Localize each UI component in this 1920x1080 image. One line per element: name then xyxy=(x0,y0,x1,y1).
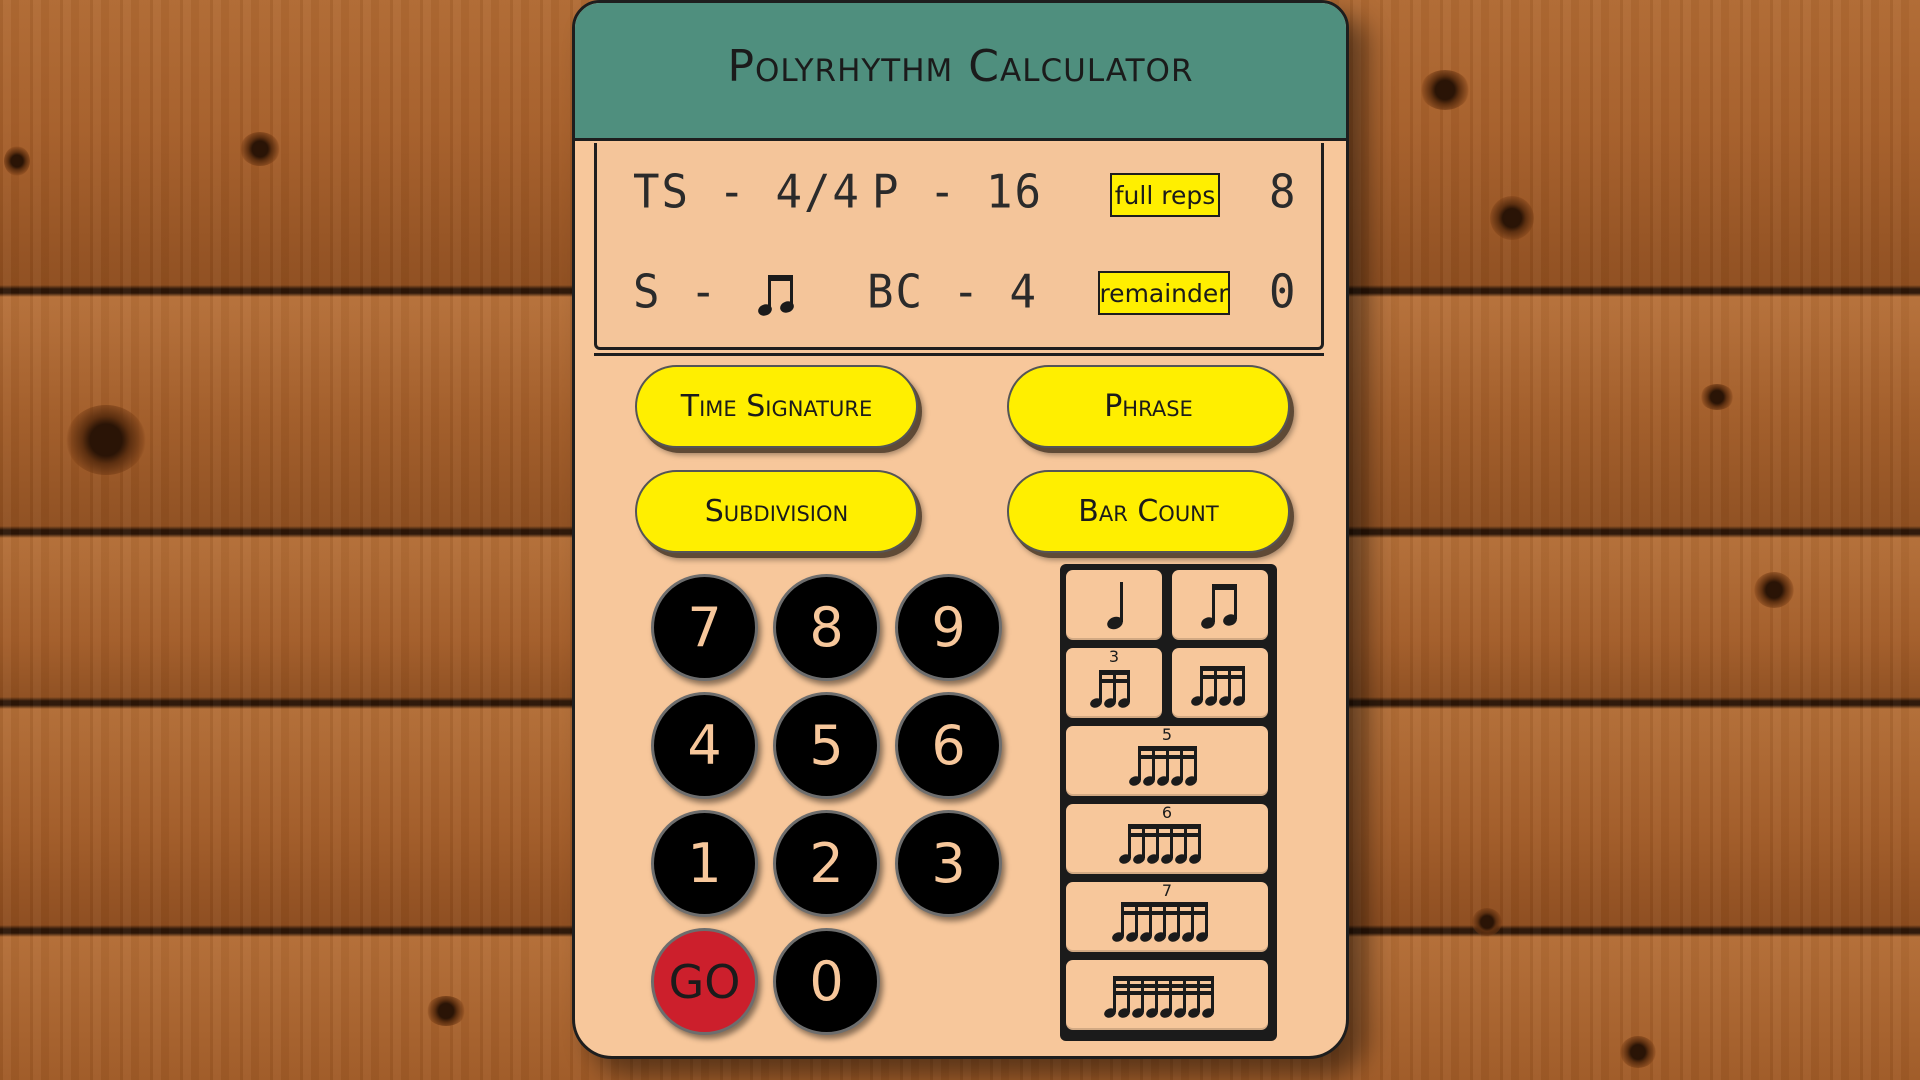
triplet-button[interactable]: 3 xyxy=(1066,648,1162,718)
key-6[interactable]: 6 xyxy=(895,692,1002,799)
full-reps-label: full reps xyxy=(1110,173,1220,217)
wood-knot xyxy=(1490,196,1534,240)
eighth-notes-icon xyxy=(1201,584,1237,629)
triplet-icon xyxy=(1090,670,1130,708)
bar-count-button[interactable]: Bar Count xyxy=(1007,470,1290,553)
wood-knot xyxy=(240,132,280,166)
sixteenth-notes-icon xyxy=(1191,666,1245,706)
sextuplet-icon xyxy=(1119,824,1201,864)
phrase-readout: P - 16 xyxy=(872,165,1043,220)
septuplet-icon xyxy=(1112,902,1208,942)
eighth-notes-button[interactable] xyxy=(1172,570,1268,640)
key-1[interactable]: 1 xyxy=(651,810,758,917)
key-0[interactable]: 0 xyxy=(773,928,880,1035)
septuplet-button[interactable]: 7 xyxy=(1066,882,1268,952)
key-4[interactable]: 4 xyxy=(651,692,758,799)
subdivision-button[interactable]: Subdivision xyxy=(635,470,918,553)
time-signature-button[interactable]: Time Signature xyxy=(635,365,918,448)
calculator-display: TS - 4/4 P - 16 full reps 8 S - BC - 4 r… xyxy=(594,143,1324,356)
bar-count-readout: BC - 4 xyxy=(867,265,1038,320)
eighth-notes-icon xyxy=(757,269,797,319)
note-value-panel: 3 5 6 7 xyxy=(1060,564,1277,1041)
key-2[interactable]: 2 xyxy=(773,810,880,917)
calculator-header: Polyrhythm Calculator xyxy=(575,3,1346,141)
key-9[interactable]: 9 xyxy=(895,574,1002,681)
thirty-second-notes-button[interactable] xyxy=(1066,960,1268,1030)
page-title: Polyrhythm Calculator xyxy=(727,41,1194,92)
sextuplet-button[interactable]: 6 xyxy=(1066,804,1268,874)
key-8[interactable]: 8 xyxy=(773,574,880,681)
wood-knot xyxy=(4,146,30,176)
full-reps-value: 8 xyxy=(1269,165,1298,220)
quintuplet-icon xyxy=(1129,746,1197,786)
go-button[interactable]: GO xyxy=(651,928,758,1035)
wood-knot xyxy=(1420,70,1470,110)
quintuplet-button[interactable]: 5 xyxy=(1066,726,1268,796)
wood-knot xyxy=(1620,1036,1656,1068)
time-signature-readout: TS - 4/4 xyxy=(633,165,861,220)
phrase-button[interactable]: Phrase xyxy=(1007,365,1290,448)
quarter-note-button[interactable] xyxy=(1066,570,1162,640)
wood-knot xyxy=(1754,572,1794,608)
key-5[interactable]: 5 xyxy=(773,692,880,799)
calculator-body: Polyrhythm Calculator TS - 4/4 P - 16 fu… xyxy=(572,0,1349,1059)
quarter-note-icon xyxy=(1107,582,1123,630)
key-3[interactable]: 3 xyxy=(895,810,1002,917)
key-7[interactable]: 7 xyxy=(651,574,758,681)
wood-knot xyxy=(66,405,146,475)
sixteenth-notes-button[interactable] xyxy=(1172,648,1268,718)
wood-knot xyxy=(1472,908,1502,936)
thirty-second-notes-icon xyxy=(1104,976,1214,1018)
wood-knot xyxy=(426,996,466,1026)
remainder-label: remainder xyxy=(1098,271,1230,315)
wood-knot xyxy=(1700,384,1734,410)
subdivision-readout: S - xyxy=(633,265,719,320)
remainder-value: 0 xyxy=(1269,265,1298,320)
